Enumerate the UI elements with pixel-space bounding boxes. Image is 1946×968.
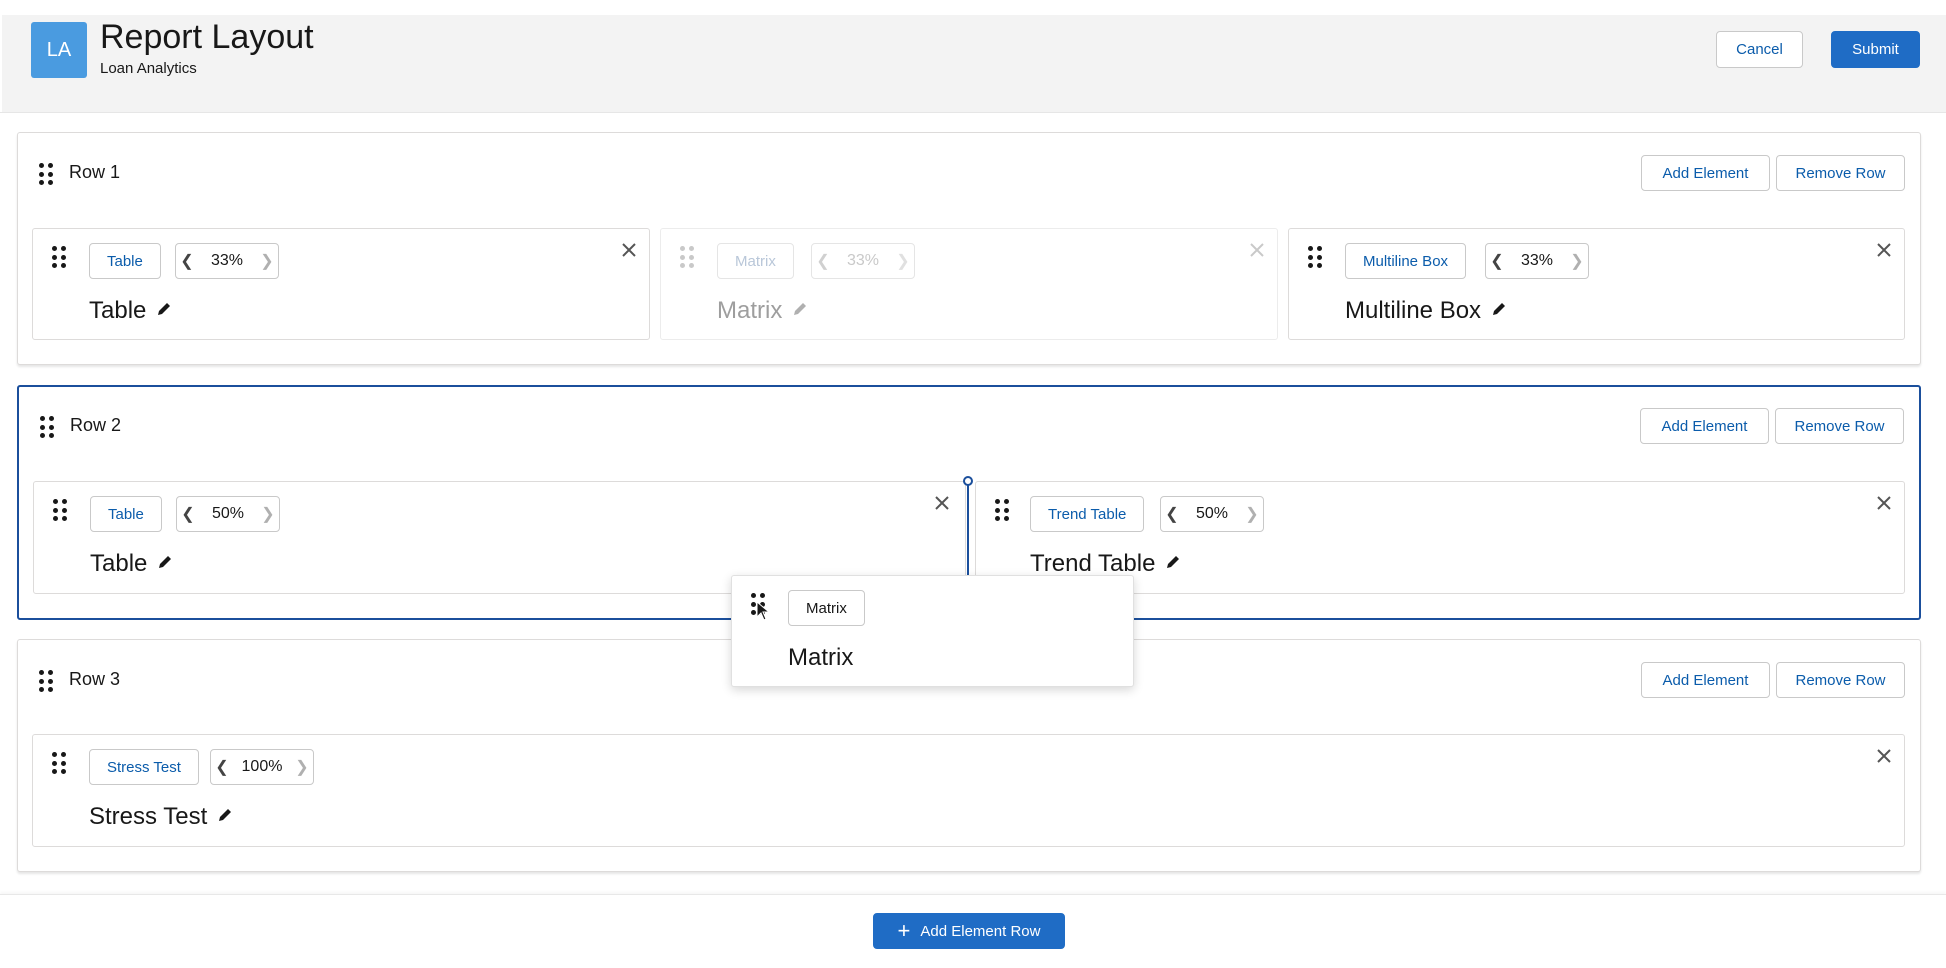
element-title[interactable]: Multiline Box bbox=[1345, 297, 1507, 325]
row-1-remove-row-button[interactable]: Remove Row bbox=[1776, 155, 1905, 191]
chevron-left-icon[interactable]: ❮ bbox=[177, 504, 199, 524]
close-icon[interactable] bbox=[930, 491, 954, 515]
element-width-stepper[interactable]: ❮ 50% ❯ bbox=[1160, 496, 1264, 532]
row-3-remove-row-button[interactable]: Remove Row bbox=[1776, 662, 1905, 698]
element-width-value: 100% bbox=[241, 758, 283, 775]
row-3-add-element-button[interactable]: Add Element bbox=[1641, 662, 1770, 698]
element-card-stress-test: Stress Test ❮ 100% ❯ Stress Test bbox=[32, 734, 1905, 847]
element-width-value: 33% bbox=[846, 252, 880, 269]
element-title[interactable]: Trend Table bbox=[1030, 550, 1181, 578]
chevron-right-icon[interactable]: ❯ bbox=[1241, 504, 1263, 524]
chevron-left-icon[interactable]: ❮ bbox=[812, 251, 834, 271]
close-icon[interactable] bbox=[1872, 238, 1896, 262]
pencil-icon[interactable] bbox=[157, 554, 173, 570]
element-title[interactable]: Matrix bbox=[717, 297, 808, 325]
row-3-label: Row 3 bbox=[69, 669, 121, 689]
row-2-drag-handle-icon[interactable] bbox=[40, 416, 54, 438]
close-icon[interactable] bbox=[1872, 744, 1896, 768]
chevron-right-icon[interactable]: ❯ bbox=[256, 251, 278, 271]
chevron-right-icon[interactable]: ❯ bbox=[892, 251, 914, 271]
cancel-button[interactable]: Cancel bbox=[1716, 31, 1803, 68]
pencil-icon[interactable] bbox=[1165, 554, 1181, 570]
chevron-left-icon[interactable]: ❮ bbox=[1486, 251, 1508, 271]
pencil-icon[interactable] bbox=[217, 807, 233, 823]
element-title[interactable]: Table bbox=[90, 550, 173, 578]
element-width-stepper[interactable]: ❮ 100% ❯ bbox=[210, 749, 314, 785]
row-2-add-element-button[interactable]: Add Element bbox=[1640, 408, 1769, 444]
element-type-select[interactable]: Table bbox=[89, 243, 161, 279]
pencil-icon[interactable] bbox=[792, 301, 808, 317]
chevron-right-icon[interactable]: ❯ bbox=[257, 504, 279, 524]
add-element-row-button[interactable]: + Add Element Row bbox=[873, 913, 1065, 949]
element-drag-handle-icon[interactable] bbox=[53, 499, 67, 521]
chevron-right-icon[interactable]: ❯ bbox=[291, 757, 313, 777]
row-1-label: Row 1 bbox=[69, 162, 121, 182]
header-divider bbox=[0, 112, 1946, 113]
element-drag-handle-icon[interactable] bbox=[680, 246, 694, 268]
element-card-matrix-placeholder: Matrix ❮ 33% ❯ Matrix bbox=[660, 228, 1278, 340]
page-subtitle: Loan Analytics bbox=[100, 60, 197, 77]
pencil-icon[interactable] bbox=[156, 301, 172, 317]
app-icon: LA bbox=[31, 22, 87, 78]
element-type-select[interactable]: Matrix bbox=[717, 243, 794, 279]
chevron-right-icon[interactable]: ❯ bbox=[1566, 251, 1588, 271]
row-2-remove-row-button[interactable]: Remove Row bbox=[1775, 408, 1904, 444]
element-title: Matrix bbox=[788, 644, 854, 671]
dragging-element-preview[interactable]: Matrix Matrix bbox=[731, 575, 1134, 687]
drop-indicator-dot bbox=[963, 476, 973, 486]
close-icon[interactable] bbox=[1872, 491, 1896, 515]
element-type-select[interactable]: Stress Test bbox=[89, 749, 199, 785]
row-1-add-element-button[interactable]: Add Element bbox=[1641, 155, 1770, 191]
element-width-value: 50% bbox=[1195, 505, 1229, 522]
chevron-left-icon[interactable]: ❮ bbox=[211, 757, 233, 777]
element-width-stepper[interactable]: ❮ 50% ❯ bbox=[176, 496, 280, 532]
row-1-drag-handle-icon[interactable] bbox=[39, 163, 53, 185]
pencil-icon[interactable] bbox=[1491, 301, 1507, 317]
element-drag-handle-icon[interactable] bbox=[995, 499, 1009, 521]
page-title: Report Layout bbox=[100, 18, 314, 56]
element-drag-handle-icon[interactable] bbox=[52, 752, 66, 774]
element-title[interactable]: Stress Test bbox=[89, 803, 233, 831]
add-element-row-label: Add Element Row bbox=[920, 922, 1041, 940]
element-width-stepper[interactable]: ❮ 33% ❯ bbox=[811, 243, 915, 279]
element-drag-handle-icon[interactable] bbox=[1308, 246, 1322, 268]
element-width-value: 33% bbox=[1520, 252, 1554, 269]
app-icon-initials: LA bbox=[46, 38, 72, 61]
close-icon[interactable] bbox=[1245, 238, 1269, 262]
element-title[interactable]: Table bbox=[89, 297, 172, 325]
cursor-icon bbox=[756, 601, 770, 621]
chevron-left-icon[interactable]: ❮ bbox=[176, 251, 198, 271]
element-type-select[interactable]: Table bbox=[90, 496, 162, 532]
element-card-table: Table ❮ 33% ❯ Table bbox=[32, 228, 650, 340]
submit-button[interactable]: Submit bbox=[1831, 31, 1920, 68]
element-width-value: 33% bbox=[210, 252, 244, 269]
element-type-select[interactable]: Trend Table bbox=[1030, 496, 1145, 532]
element-drag-handle-icon[interactable] bbox=[52, 246, 66, 268]
element-width-stepper[interactable]: ❮ 33% ❯ bbox=[175, 243, 279, 279]
element-width-value: 50% bbox=[211, 505, 245, 522]
close-icon[interactable] bbox=[617, 238, 641, 262]
element-card-multiline-box: Multiline Box ❮ 33% ❯ Multiline Box bbox=[1288, 228, 1905, 340]
row-2-label: Row 2 bbox=[70, 415, 122, 435]
plus-icon: + bbox=[897, 918, 911, 943]
chevron-left-icon[interactable]: ❮ bbox=[1161, 504, 1183, 524]
element-type-select[interactable]: Matrix bbox=[788, 590, 865, 626]
element-width-stepper[interactable]: ❮ 33% ❯ bbox=[1485, 243, 1589, 279]
element-type-select[interactable]: Multiline Box bbox=[1345, 243, 1467, 279]
row-3-drag-handle-icon[interactable] bbox=[39, 670, 53, 692]
